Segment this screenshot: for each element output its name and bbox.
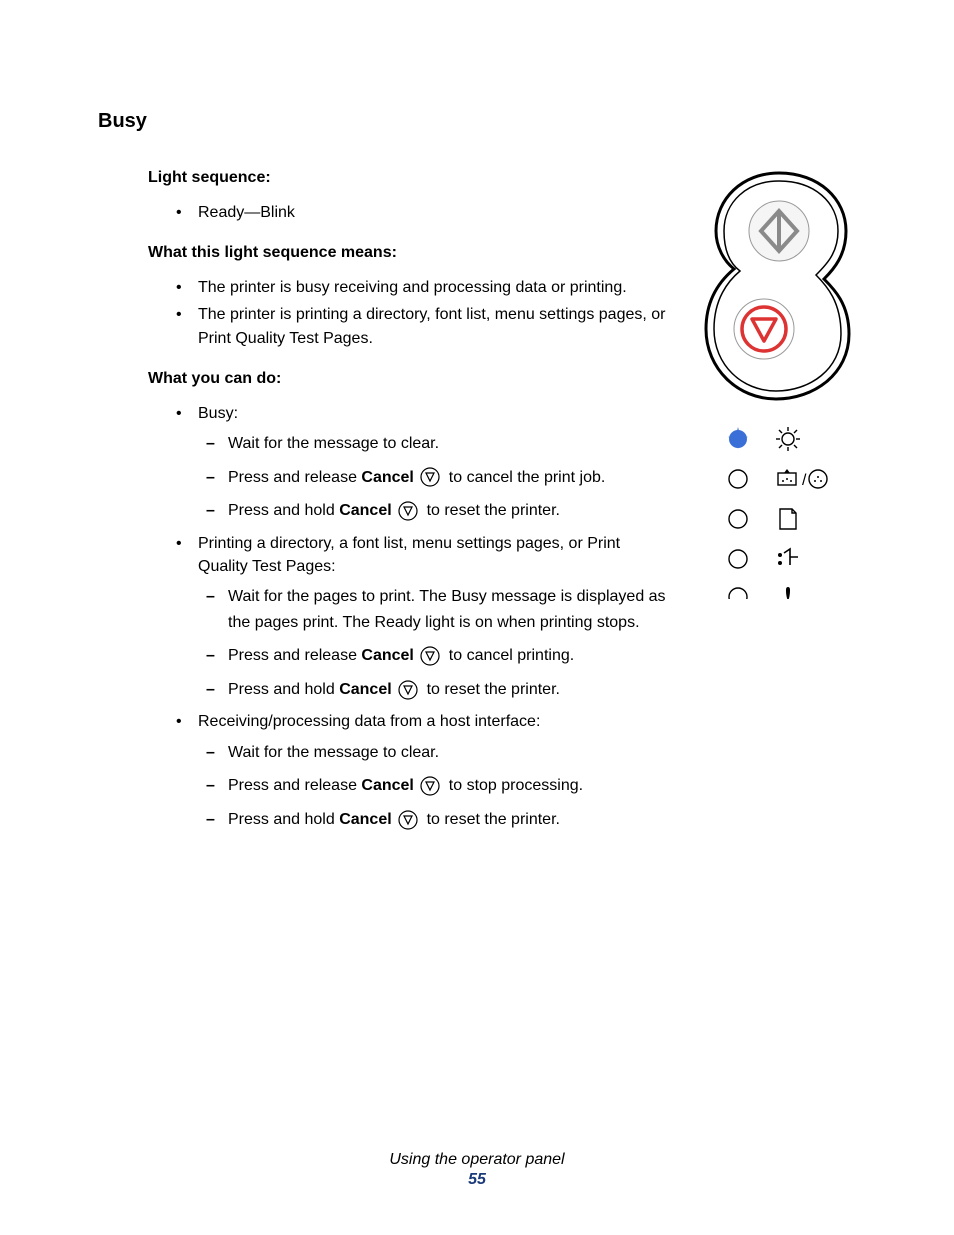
list-item: Ready—Blink xyxy=(198,201,674,224)
panel-svg: / xyxy=(694,169,864,599)
list-item-receiving: Receiving/processing data from a host in… xyxy=(198,710,674,832)
light-sequence-list: Ready—Blink xyxy=(98,201,674,224)
page-number: 55 xyxy=(0,1171,954,1189)
sub-item: Press and release Cancel to cancel print… xyxy=(228,643,674,669)
text: to cancel printing. xyxy=(449,647,574,664)
text: to reset the printer. xyxy=(427,811,560,828)
list-item: The printer is printing a directory, fon… xyxy=(198,303,674,349)
cancel-icon xyxy=(420,776,440,796)
printing-label: Printing a directory, a font list, menu … xyxy=(198,535,620,575)
jam-icon xyxy=(778,549,798,565)
sub-item: Press and hold Cancel to reset the print… xyxy=(228,807,674,833)
means-list: The printer is busy receiving and proces… xyxy=(98,276,674,350)
text: to cancel the print job. xyxy=(449,469,606,486)
busy-sublist: Wait for the message to clear. Press and… xyxy=(198,431,674,524)
sub-item: Press and hold Cancel to reset the print… xyxy=(228,498,674,524)
content-column: Light sequence: Ready—Blink What this li… xyxy=(98,169,674,840)
paper-light-icon xyxy=(729,510,747,528)
sub-item: Press and hold Cancel to reset the print… xyxy=(228,677,674,703)
sub-item: Wait for the message to clear. xyxy=(228,740,674,766)
text: Press and release xyxy=(228,647,361,664)
text: to reset the printer. xyxy=(427,502,560,519)
receiving-sublist: Wait for the message to clear. Press and… xyxy=(198,740,674,833)
toner-light-icon xyxy=(729,470,747,488)
svg-text:/: / xyxy=(802,472,807,489)
jam-light-icon xyxy=(729,550,747,568)
light-sequence-heading: Light sequence: xyxy=(148,169,674,187)
sub-item: Wait for the pages to print. The Busy me… xyxy=(228,584,674,635)
text: Press and hold xyxy=(228,681,339,698)
footer-caption: Using the operator panel xyxy=(0,1151,954,1169)
list-item: The printer is busy receiving and proces… xyxy=(198,276,674,299)
sub-item: Press and release Cancel to cancel the p… xyxy=(228,465,674,491)
lightbulb-icon xyxy=(776,427,800,451)
do-heading: What you can do: xyxy=(148,370,674,388)
text: to reset the printer. xyxy=(427,681,560,698)
ready-light-icon xyxy=(728,427,748,449)
paper-icon xyxy=(780,509,796,529)
error-icon xyxy=(786,587,790,599)
section-title: Busy xyxy=(98,110,864,133)
cancel-icon xyxy=(398,501,418,521)
printing-sublist: Wait for the pages to print. The Busy me… xyxy=(198,584,674,702)
cancel-icon xyxy=(420,646,440,666)
operator-panel-diagram: / xyxy=(694,169,864,840)
means-heading: What this light sequence means: xyxy=(148,244,674,262)
receiving-label: Receiving/processing data from a host in… xyxy=(198,713,540,730)
cancel-label: Cancel xyxy=(339,502,391,519)
list-item-printing: Printing a directory, a font list, menu … xyxy=(198,532,674,703)
text: to stop processing. xyxy=(449,777,583,794)
list-item-busy: Busy: Wait for the message to clear. Pre… xyxy=(198,402,674,524)
cancel-label: Cancel xyxy=(361,647,413,664)
text: Press and hold xyxy=(228,502,339,519)
text: Press and hold xyxy=(228,811,339,828)
sub-item: Wait for the message to clear. xyxy=(228,431,674,457)
cancel-icon xyxy=(398,810,418,830)
do-list: Busy: Wait for the message to clear. Pre… xyxy=(98,402,674,833)
page-footer: Using the operator panel 55 xyxy=(0,1151,954,1189)
cancel-icon xyxy=(398,680,418,700)
cancel-label: Cancel xyxy=(339,811,391,828)
sub-item: Press and release Cancel to stop process… xyxy=(228,773,674,799)
text: Press and release xyxy=(228,469,361,486)
cancel-label: Cancel xyxy=(361,469,413,486)
toner-icon: / xyxy=(778,469,827,489)
cancel-icon xyxy=(420,467,440,487)
cancel-label: Cancel xyxy=(339,681,391,698)
busy-label: Busy: xyxy=(198,405,238,422)
error-light-icon xyxy=(729,588,747,599)
cancel-label: Cancel xyxy=(361,777,413,794)
text: Press and release xyxy=(228,777,361,794)
